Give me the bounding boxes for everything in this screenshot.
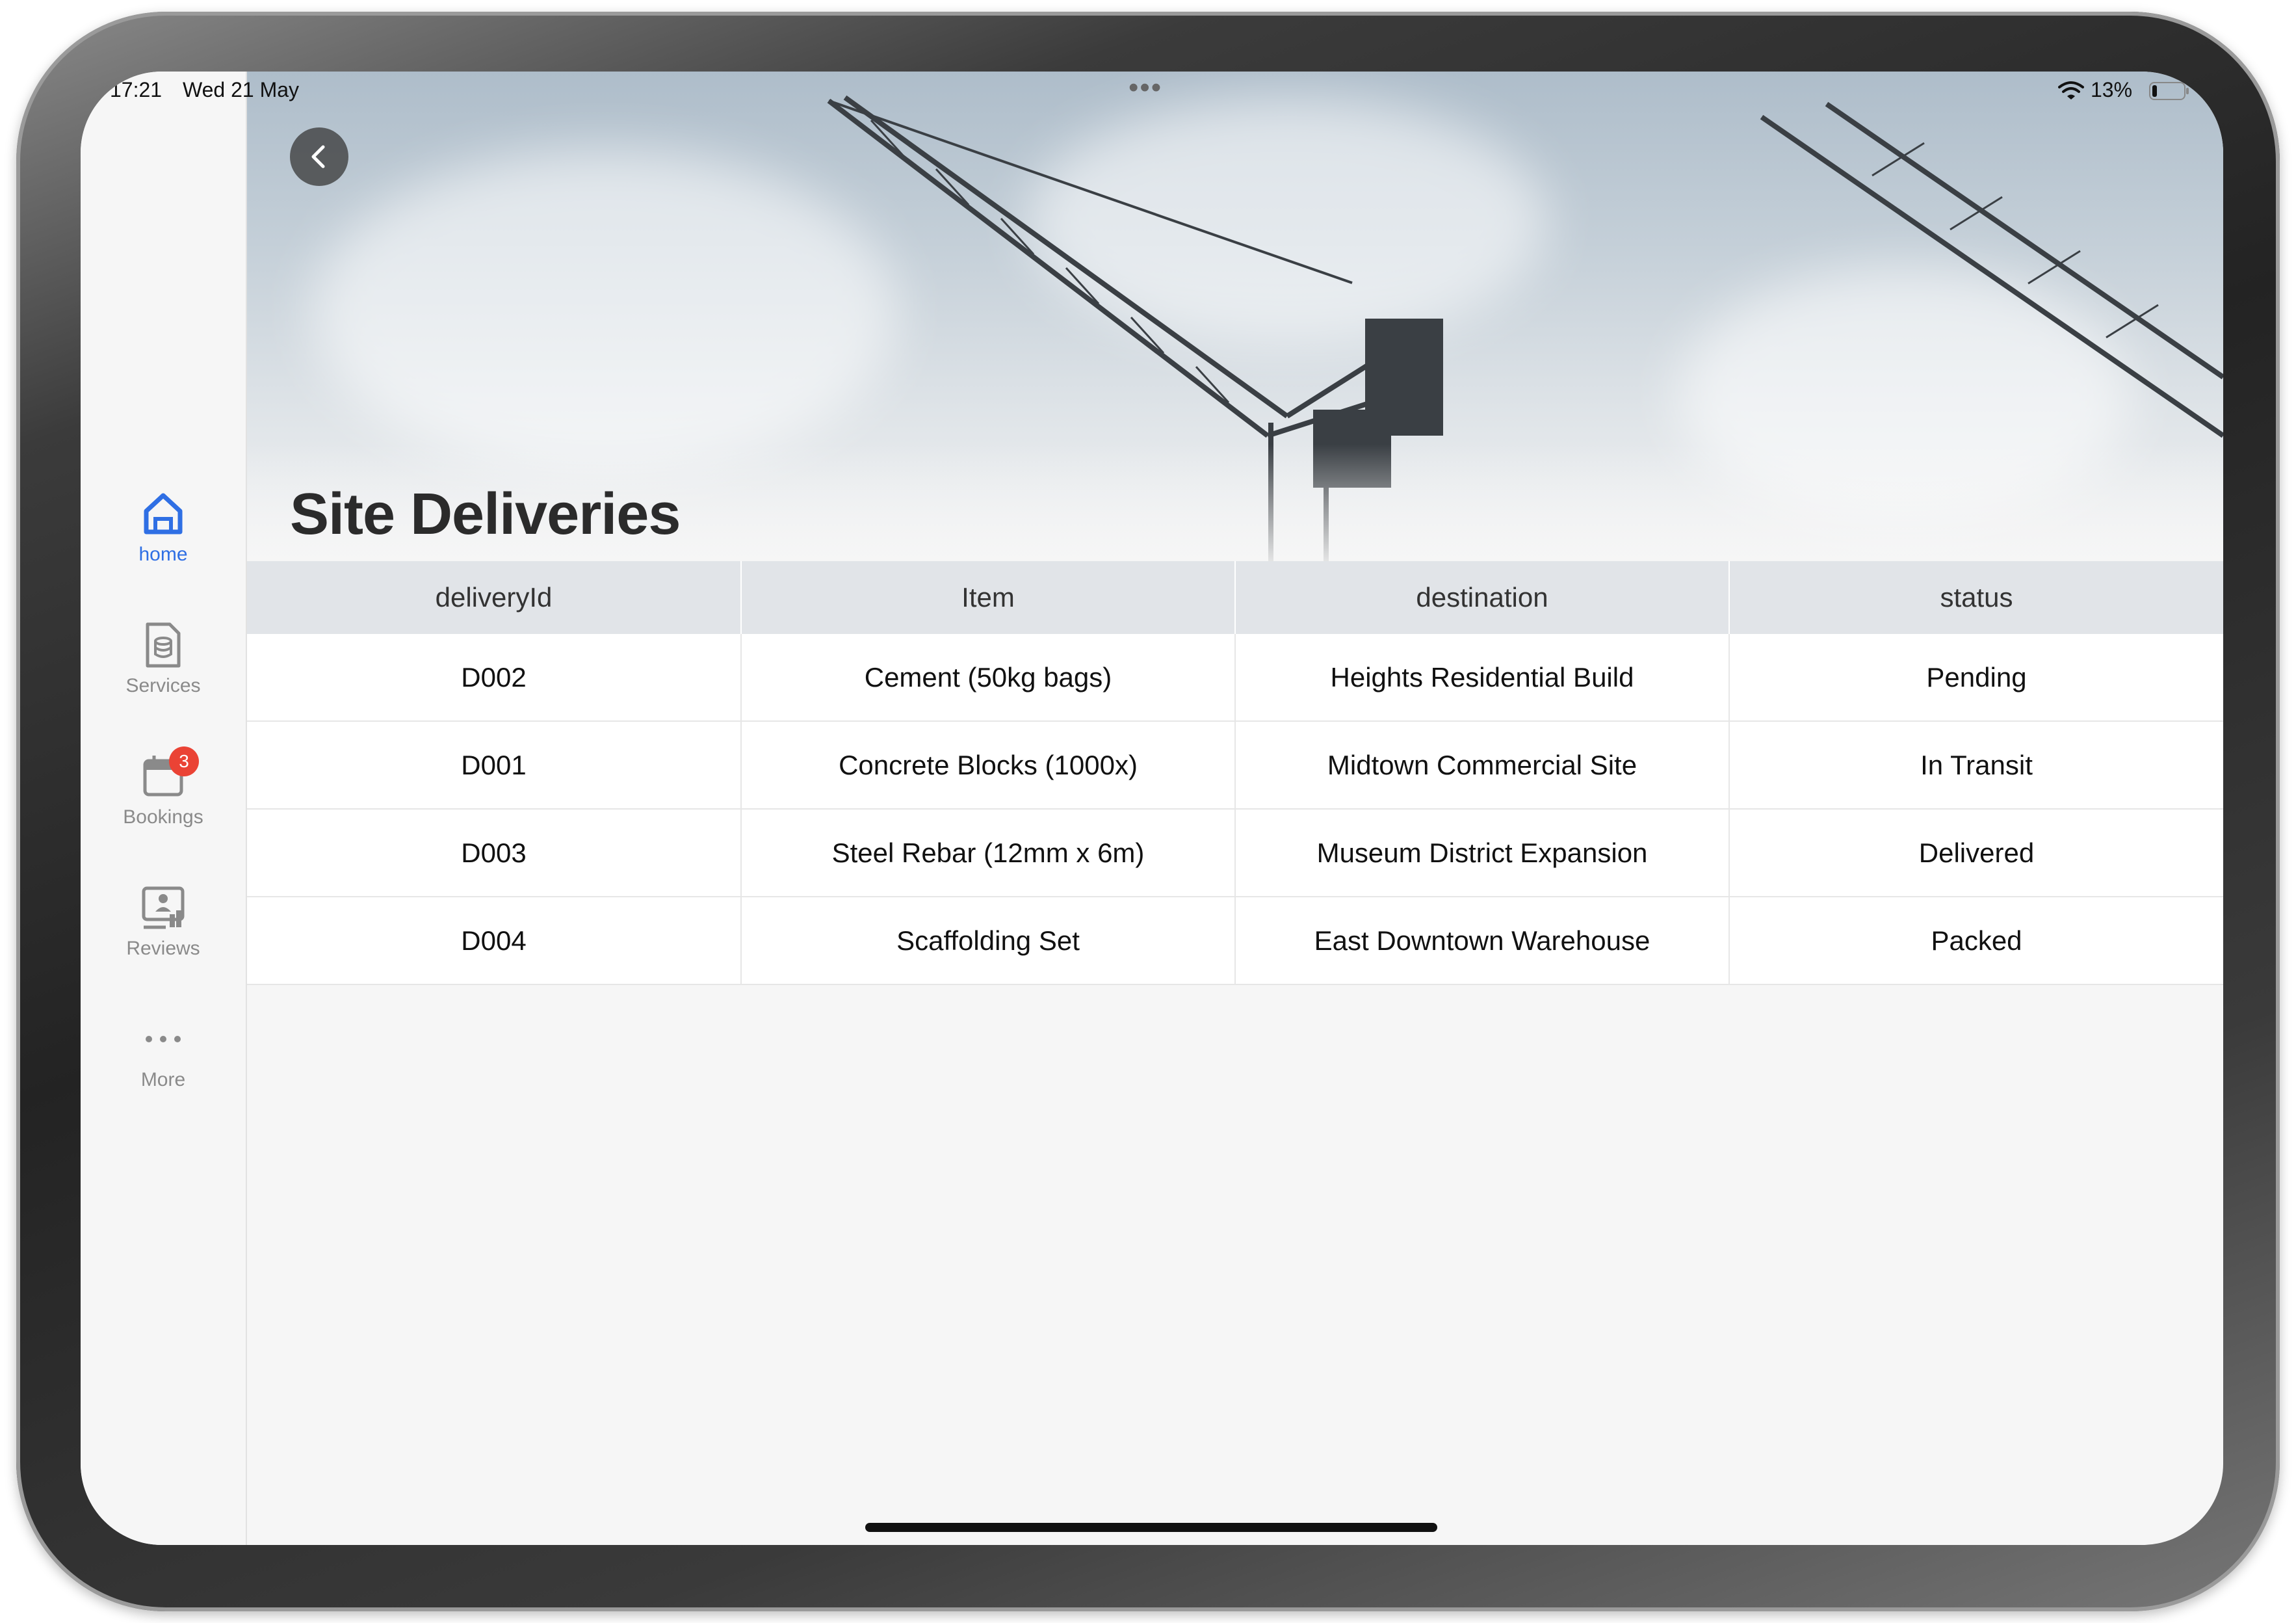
home-indicator[interactable]: [865, 1523, 1437, 1532]
sidebar-item-label: Bookings: [123, 806, 203, 828]
sidebar-item-home[interactable]: home: [81, 488, 246, 585]
home-icon: [144, 493, 183, 534]
cell-destination: East Downtown Warehouse: [1235, 897, 1730, 985]
table-row[interactable]: D004 Scaffolding Set East Downtown Wareh…: [247, 897, 2223, 985]
cell-status: Pending: [1729, 634, 2223, 722]
multitasking-dots-icon[interactable]: •••: [1128, 72, 1162, 104]
cell-status: Packed: [1729, 897, 2223, 985]
table-row[interactable]: D002 Cement (50kg bags) Heights Resident…: [247, 634, 2223, 722]
cell-destination: Heights Residential Build: [1235, 634, 1730, 722]
cell-delivery-id: D004: [247, 897, 742, 985]
cell-item: Concrete Blocks (1000x): [741, 721, 1236, 810]
sidebar-item-reviews[interactable]: Reviews: [81, 882, 246, 979]
cell-status: In Transit: [1729, 721, 2223, 810]
sidebar: home Services 3 Bookings Reviews More: [81, 72, 247, 1545]
screen: 17:21 Wed 21 May ••• 13% home Services 3…: [81, 72, 2223, 1545]
column-header-status[interactable]: status: [1729, 561, 2223, 634]
cell-delivery-id: D003: [247, 809, 742, 897]
chevron-left-icon: [311, 145, 325, 168]
table-row[interactable]: D003 Steel Rebar (12mm x 6m) Museum Dist…: [247, 809, 2223, 897]
document-icon: [146, 622, 181, 668]
cell-item: Cement (50kg bags): [741, 634, 1236, 722]
sidebar-item-label: home: [138, 544, 188, 565]
column-header-delivery-id[interactable]: deliveryId: [247, 561, 742, 634]
column-header-destination[interactable]: destination: [1235, 561, 1730, 634]
cell-item: Steel Rebar (12mm x 6m): [741, 809, 1236, 897]
sidebar-item-bookings[interactable]: 3 Bookings: [81, 746, 246, 848]
cell-status: Delivered: [1729, 809, 2223, 897]
status-time: 17:21: [110, 78, 163, 101]
reviews-icon: [142, 886, 185, 929]
cell-delivery-id: D001: [247, 721, 742, 810]
cell-item: Scaffolding Set: [741, 897, 1236, 985]
cell-delivery-id: D002: [247, 634, 742, 722]
sidebar-item-label: Reviews: [126, 938, 200, 959]
cell-destination: Museum District Expansion: [1235, 809, 1730, 897]
sidebar-item-label: Services: [125, 675, 201, 696]
bookings-badge: 3: [169, 746, 199, 776]
cell-destination: Midtown Commercial Site: [1235, 721, 1730, 810]
status-date: Wed 21 May: [183, 78, 300, 101]
column-header-item[interactable]: Item: [741, 561, 1236, 634]
back-button[interactable]: [290, 127, 348, 186]
battery-icon: [2149, 82, 2189, 100]
table-row[interactable]: D001 Concrete Blocks (1000x) Midtown Com…: [247, 721, 2223, 810]
hero-banner: Site Deliveries: [247, 72, 2223, 561]
table-header-row: deliveryId Item destination status: [247, 561, 2223, 634]
status-bar: 17:21 Wed 21 May ••• 13%: [81, 72, 2223, 124]
sidebar-item-label: More: [140, 1069, 186, 1090]
page-title: Site Deliveries: [290, 482, 681, 547]
sidebar-item-services[interactable]: Services: [81, 619, 246, 717]
more-icon: [146, 1036, 181, 1042]
wifi-icon: [2058, 81, 2084, 99]
battery-percentage: 13%: [2091, 78, 2133, 101]
sidebar-item-more[interactable]: More: [81, 1013, 246, 1111]
deliveries-table: deliveryId Item destination status D002 …: [247, 561, 2223, 985]
